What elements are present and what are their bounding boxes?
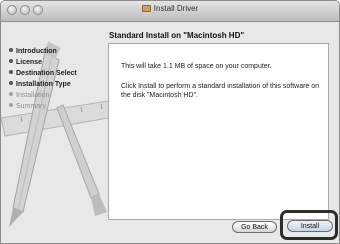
go-back-button[interactable]: Go Back bbox=[232, 221, 277, 233]
step-introduction: Introduction bbox=[9, 46, 77, 57]
step-label: Introduction bbox=[16, 48, 57, 55]
step-license: License bbox=[9, 57, 77, 68]
step-installation-type: Installation Type bbox=[9, 79, 77, 90]
install-highlight-outline bbox=[280, 210, 338, 240]
step-bullet-icon bbox=[9, 103, 13, 107]
step-label: Destination Select bbox=[16, 70, 77, 77]
window-title: Install Driver bbox=[1, 4, 339, 13]
step-bullet-icon bbox=[9, 92, 13, 96]
step-bullet-icon bbox=[9, 48, 13, 52]
page-title: Standard Install on "Macintosh HD" bbox=[109, 31, 245, 40]
step-label: Installation Type bbox=[16, 81, 71, 88]
window-title-text: Install Driver bbox=[153, 4, 199, 13]
step-list: Introduction License Destination Select … bbox=[9, 46, 77, 112]
step-bullet-icon bbox=[9, 81, 13, 85]
step-label: Summary bbox=[16, 103, 46, 110]
title-bar[interactable]: Install Driver bbox=[1, 1, 339, 22]
space-required-text: This will take 1.1 MB of space on your c… bbox=[121, 63, 272, 70]
install-description-text: Click Install to perform a standard inst… bbox=[121, 83, 320, 99]
sidebar: Introduction License Destination Select … bbox=[1, 22, 109, 243]
step-bullet-icon bbox=[9, 59, 13, 63]
step-summary: Summary bbox=[9, 101, 77, 112]
step-destination-select: Destination Select bbox=[9, 68, 77, 79]
step-label: License bbox=[16, 59, 43, 66]
content-panel: This will take 1.1 MB of space on your c… bbox=[108, 43, 329, 220]
step-label: Installation bbox=[16, 92, 50, 99]
installer-window: Install Driver Introduction License Dest… bbox=[0, 0, 340, 244]
package-icon bbox=[141, 5, 151, 12]
step-installation: Installation bbox=[9, 90, 77, 101]
step-bullet-icon bbox=[9, 70, 13, 74]
